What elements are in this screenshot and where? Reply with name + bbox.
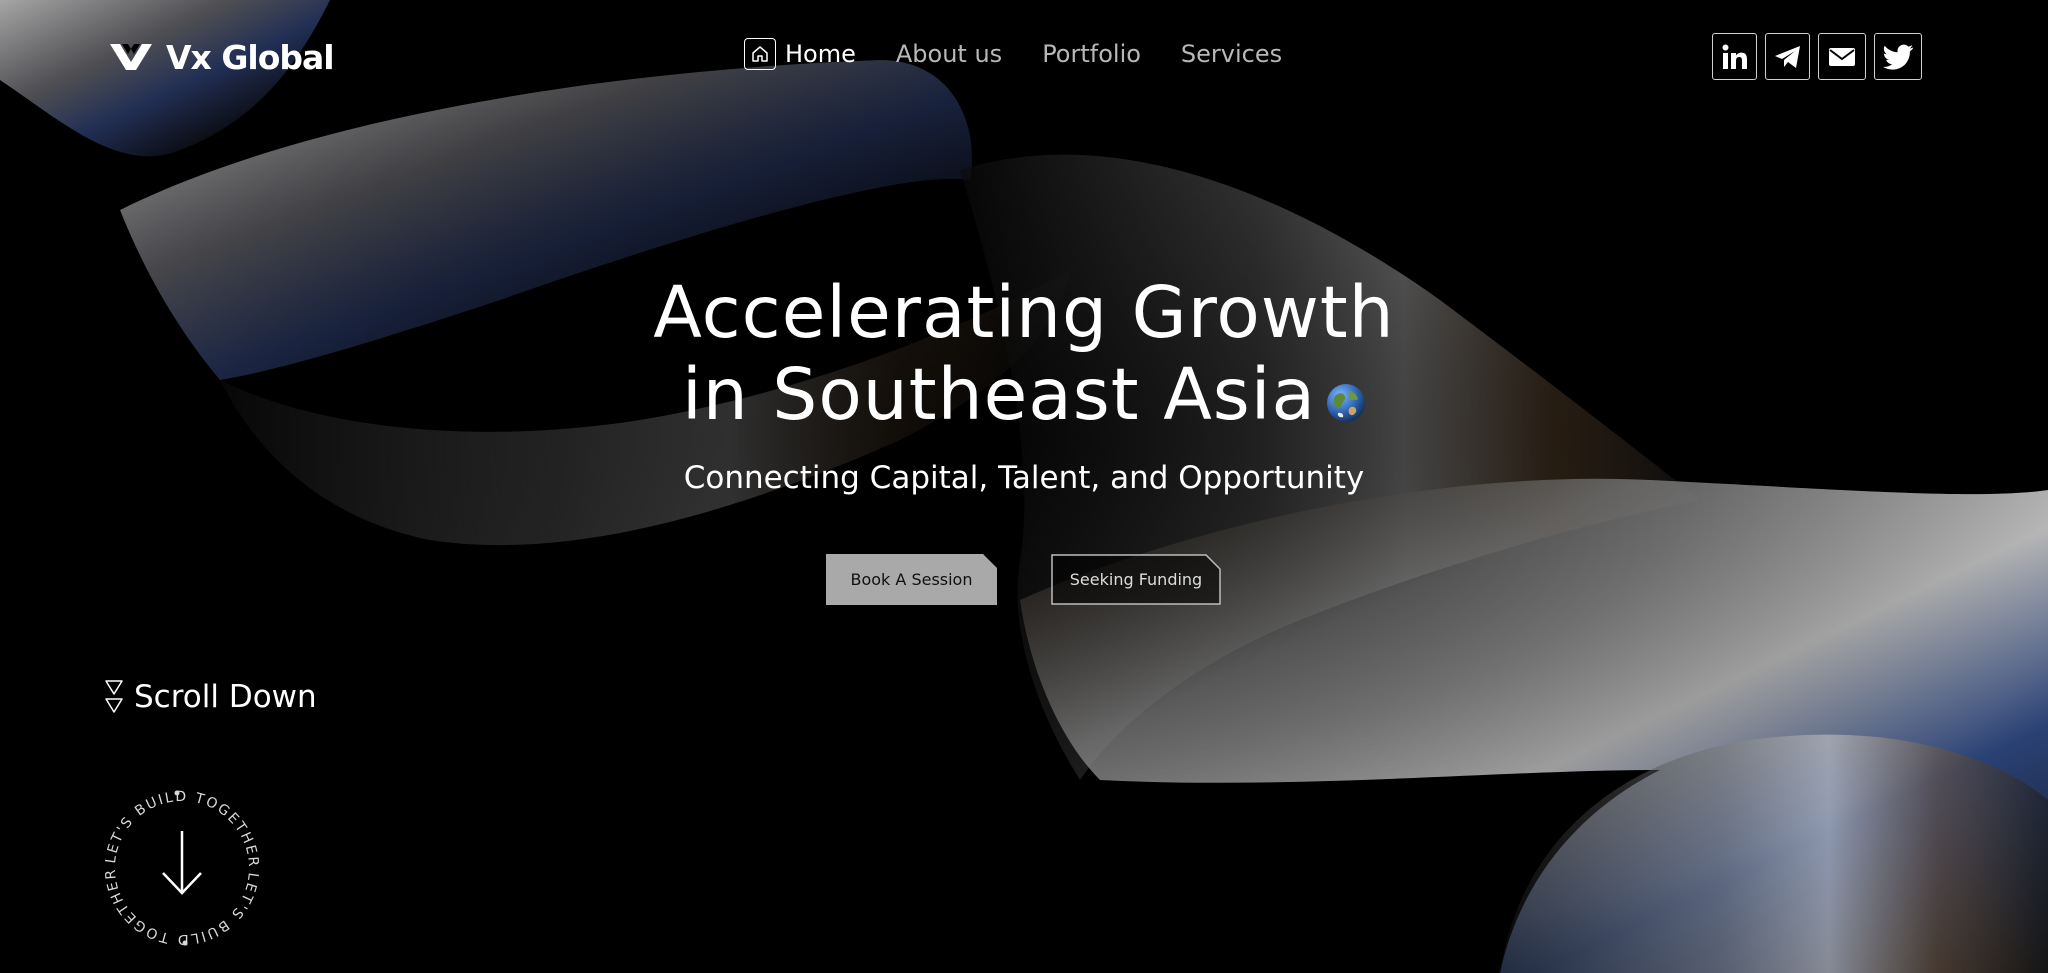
hero-subtitle: Connecting Capital, Talent, and Opportun… <box>683 460 1365 496</box>
nav-item-label: Home <box>785 40 856 68</box>
badge-dot <box>174 790 180 796</box>
scroll-down-link[interactable]: Scroll Down <box>104 678 317 716</box>
book-session-button[interactable]: Book A Session <box>826 554 997 605</box>
nav-item-home[interactable]: Home <box>744 38 856 70</box>
mail-button[interactable] <box>1818 33 1866 80</box>
hero-title-line-2: in Southeast Asia <box>0 354 2048 436</box>
linkedin-icon <box>1722 44 1747 69</box>
seeking-funding-label: Seeking Funding <box>1069 570 1203 589</box>
nav-item-about-us[interactable]: About us <box>896 40 1002 68</box>
nav-item-label: Services <box>1180 40 1283 68</box>
nav-item-services[interactable]: Services <box>1181 40 1282 68</box>
nav-item-label: Portfolio <box>1042 40 1141 68</box>
hero-title-line-1: Accelerating Growth <box>653 271 1395 354</box>
twitter-icon <box>1883 44 1913 70</box>
hero-title-line-2-text: in Southeast Asia <box>681 353 1317 436</box>
landing-page: Vx Global Home About us Portfolio Servic… <box>0 0 2048 973</box>
main-nav: Home About us Portfolio Services <box>744 38 1322 70</box>
social-links <box>1712 33 1922 80</box>
scroll-down-label: Scroll Down <box>134 679 317 715</box>
lets-build-together-badge[interactable]: LET'S BUILD TOGETHER LET'S BUILD TOGETHE… <box>97 783 267 953</box>
telegram-button[interactable] <box>1765 33 1810 80</box>
badge-dot <box>182 940 188 946</box>
nav-item-portfolio[interactable]: Portfolio <box>1042 40 1141 68</box>
arrow-down-icon <box>162 831 202 895</box>
telegram-icon <box>1774 45 1800 68</box>
twitter-button[interactable] <box>1874 33 1922 80</box>
nav-item-label: About us <box>895 40 1003 68</box>
hero-title: Accelerating Growth in Southeast Asia <box>0 272 2048 436</box>
mail-icon <box>1829 47 1855 66</box>
globe-icon <box>1327 384 1366 422</box>
linkedin-button[interactable] <box>1712 33 1757 80</box>
home-icon <box>744 38 776 70</box>
brand-name: Vx Global <box>166 38 335 77</box>
brand-logo-link[interactable]: Vx Global <box>110 38 335 77</box>
seeking-funding-button[interactable]: Seeking Funding <box>1051 554 1221 605</box>
double-triangle-down-icon <box>105 680 123 713</box>
vx-logo-icon <box>110 43 152 70</box>
